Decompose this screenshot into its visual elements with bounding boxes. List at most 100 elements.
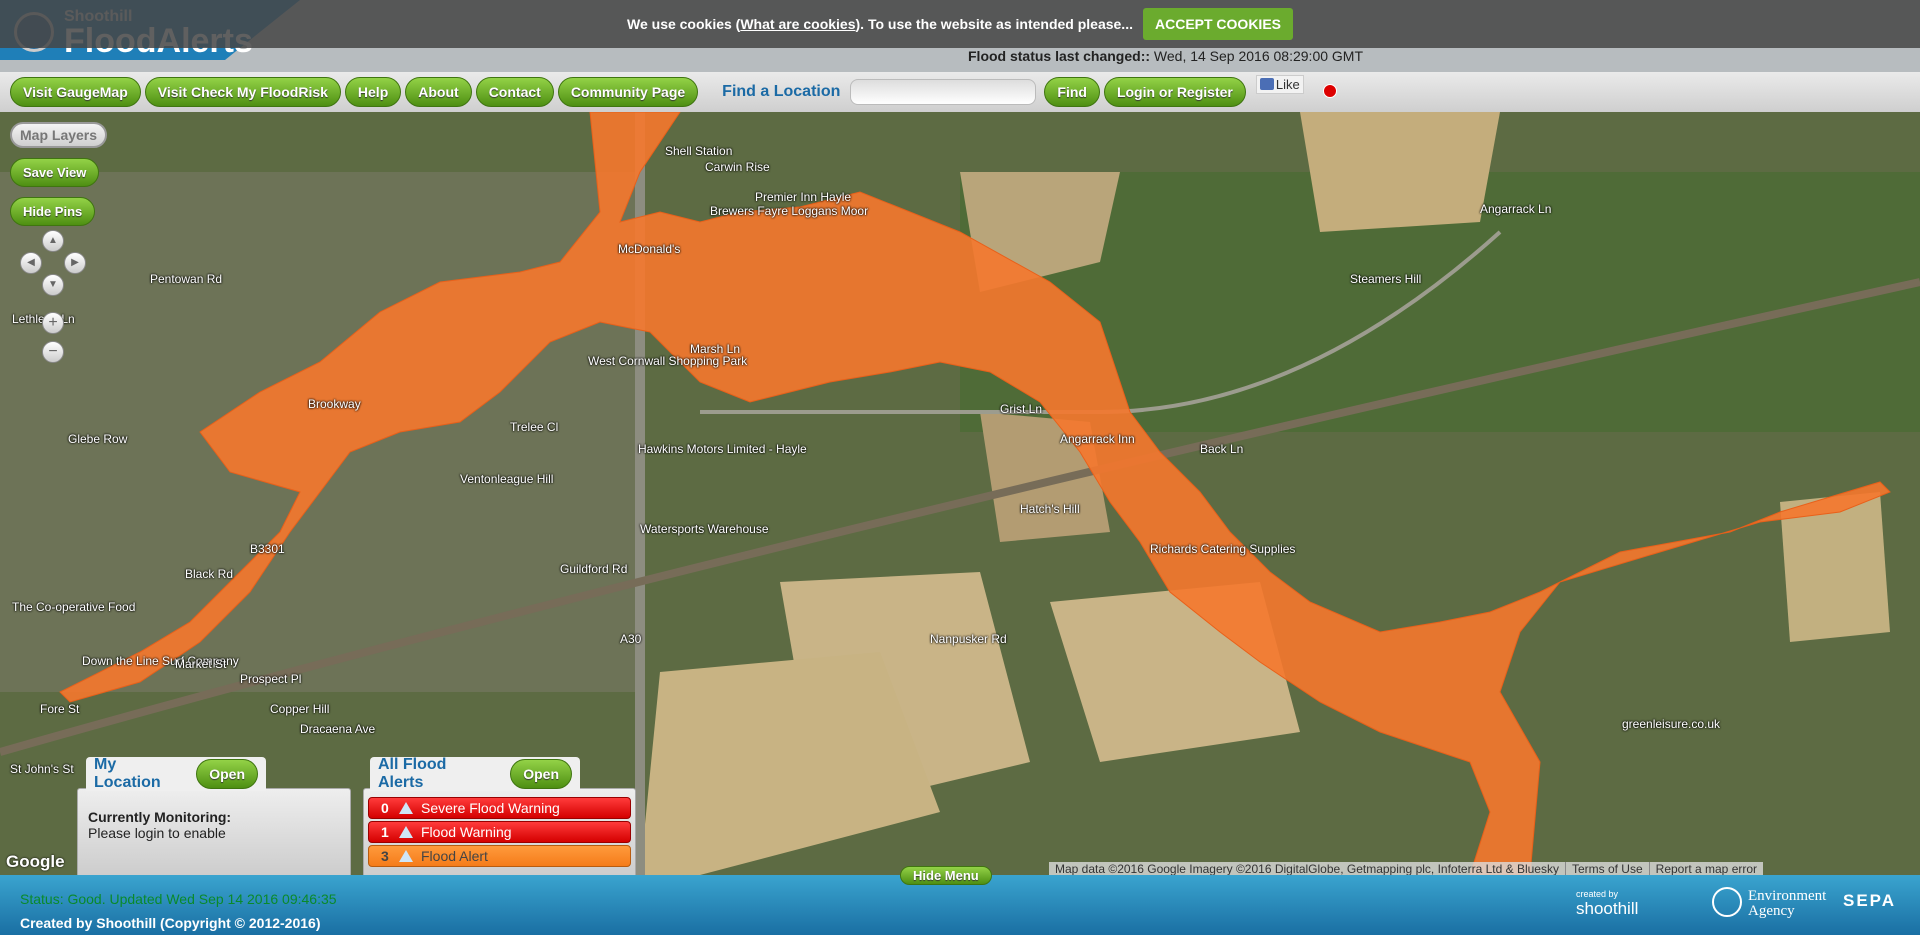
cookie-text-prefix: We use cookies ( — [627, 16, 741, 32]
map-label: McDonald's — [618, 242, 681, 256]
blocked-icon — [1323, 84, 1337, 98]
my-location-title: My Location — [94, 756, 161, 791]
alert-label: Severe Flood Warning — [421, 800, 560, 816]
map-label: St John's St — [10, 762, 74, 776]
map-label: Marsh Ln — [690, 342, 741, 356]
all-flood-alerts-open-button[interactable]: Open — [510, 759, 572, 789]
currently-monitoring-label: Currently Monitoring: — [88, 809, 232, 825]
all-flood-alerts-panel: 0 Severe Flood Warning 1 Flood Warning 3… — [363, 788, 636, 878]
cookie-text-suffix: ). To use the website as intended please… — [855, 16, 1133, 32]
report-map-error-link[interactable]: Report a map error — [1648, 862, 1763, 876]
pan-right-icon[interactable]: ▶ — [64, 252, 86, 274]
pan-down-icon[interactable]: ▼ — [42, 274, 64, 296]
about-button[interactable]: About — [405, 77, 472, 107]
alert-count: 0 — [381, 800, 389, 816]
nav-bar: Visit GaugeMap Visit Check My FloodRisk … — [0, 72, 1920, 112]
google-logo: Google — [6, 852, 65, 871]
login-register-button[interactable]: Login or Register — [1103, 77, 1246, 107]
save-view-button[interactable]: Save View — [10, 158, 100, 187]
map-attribution: Map data ©2016 Google Imagery ©2016 Digi… — [1049, 862, 1764, 876]
thumbs-up-icon — [1259, 78, 1274, 90]
map-label: Brookway — [308, 397, 361, 411]
map-label: West Cornwall Shopping Park — [588, 354, 748, 368]
my-location-open-button[interactable]: Open — [196, 759, 258, 789]
ea-line2: Agency — [1748, 903, 1795, 919]
hide-pins-button[interactable]: Hide Pins — [10, 197, 96, 226]
alert-row-severe-flood-warning[interactable]: 0 Severe Flood Warning — [368, 797, 631, 819]
alert-label: Flood Warning — [421, 824, 512, 840]
environment-agency-icon — [1712, 887, 1742, 917]
attribution-text: Map data ©2016 Google Imagery ©2016 Digi… — [1055, 862, 1559, 876]
map-label: Grist Ln — [1000, 402, 1043, 416]
map-imagery — [0, 112, 1920, 875]
map-label: Fore St — [40, 702, 80, 716]
map-label: Nanpusker Rd — [930, 632, 1007, 646]
hide-menu-button[interactable]: Hide Menu — [900, 866, 992, 885]
map-layers-button[interactable]: Map Layers — [10, 122, 108, 148]
my-location-panel: Currently Monitoring: Please login to en… — [77, 788, 351, 878]
map-label: A30 — [620, 632, 642, 646]
map-label: Watersports Warehouse — [640, 522, 769, 536]
what-are-cookies-link[interactable]: What are cookies — [740, 16, 855, 32]
map-label: Hawkins Motors Limited - Hayle — [638, 442, 807, 456]
status-text: Status: Good. Updated Wed Sep 14 2016 09… — [20, 891, 337, 907]
all-flood-alerts-title: All Flood Alerts — [378, 756, 447, 791]
map-label: Shell Station — [665, 144, 733, 158]
ea-line1: Environment — [1748, 888, 1827, 904]
community-page-button[interactable]: Community Page — [557, 77, 699, 107]
warning-triangle-icon — [399, 802, 413, 814]
alert-row-flood-alert[interactable]: 3 Flood Alert — [368, 845, 631, 867]
map-label: Market St — [175, 657, 227, 671]
alert-label: Flood Alert — [421, 848, 488, 864]
alert-row-flood-warning[interactable]: 1 Flood Warning — [368, 821, 631, 843]
map-label: Richards Catering Supplies — [1150, 542, 1296, 556]
map-label: Hatch's Hill — [1020, 502, 1080, 516]
map-controls: Map Layers Save View Hide Pins — [10, 122, 108, 236]
help-button[interactable]: Help — [344, 77, 402, 107]
find-location-label: Find a Location — [722, 83, 841, 100]
visit-check-my-floodrisk-button[interactable]: Visit Check My FloodRisk — [144, 77, 341, 107]
find-location-input[interactable] — [850, 79, 1037, 105]
flood-status-changed: Flood status last changed:: Wed, 14 Sep … — [968, 48, 1363, 64]
shoothill-logo[interactable]: shoothill — [1576, 899, 1638, 919]
map-label: Brewers Fayre Loggans Moor — [710, 204, 869, 218]
my-location-tab: My Location Open — [86, 756, 266, 791]
all-flood-alerts-tab: All Flood Alerts Open — [370, 756, 580, 791]
map-label: Prospect Pl — [240, 672, 302, 686]
cookie-bar: We use cookies (What are cookies). To us… — [0, 0, 1920, 48]
map-label: B3301 — [250, 542, 285, 556]
visit-gaugemap-button[interactable]: Visit GaugeMap — [10, 77, 141, 107]
currently-monitoring-value: Please login to enable — [88, 825, 226, 841]
copyright-text: Created by Shoothill (Copyright © 2012-2… — [20, 915, 321, 931]
map-label: Trelee Cl — [510, 420, 559, 434]
map-label: Dracaena Ave — [300, 722, 376, 736]
map-label: Ventonleague Hill — [460, 472, 554, 486]
sepa-logo[interactable]: SEPA — [1843, 891, 1896, 911]
status-changed-value: Wed, 14 Sep 2016 08:29:00 GMT — [1153, 48, 1364, 64]
zoom-out-icon[interactable]: − — [42, 341, 64, 363]
pan-left-icon[interactable]: ◀ — [20, 252, 42, 274]
map-label: Guildford Rd — [560, 562, 628, 576]
cookie-text: We use cookies (What are cookies). To us… — [627, 16, 1133, 32]
map-label: Pentowan Rd — [150, 272, 223, 286]
pan-up-icon[interactable]: ▲ — [42, 230, 64, 252]
map-label: Back Ln — [1200, 442, 1244, 456]
map[interactable]: Shell Station Carwin Rise Premier Inn Hayl… — [0, 112, 1920, 875]
alert-count: 3 — [381, 848, 389, 864]
environment-agency-logo[interactable]: Environment Agency — [1748, 889, 1826, 919]
warning-triangle-icon — [399, 850, 413, 862]
map-label: Steamers Hill — [1350, 272, 1422, 286]
zoom-in-icon[interactable]: + — [42, 312, 64, 334]
map-label: The Co-operative Food — [12, 600, 136, 614]
facebook-like-button[interactable]: Like — [1255, 74, 1304, 94]
find-button[interactable]: Find — [1044, 77, 1100, 107]
map-label: Angarrack Inn — [1060, 432, 1135, 446]
field — [1300, 112, 1500, 232]
contact-button[interactable]: Contact — [475, 77, 554, 107]
map-label: Angarrack Ln — [1480, 202, 1552, 216]
warning-triangle-icon — [399, 826, 413, 838]
map-label: Black Rd — [185, 567, 234, 581]
terms-of-use-link[interactable]: Terms of Use — [1564, 862, 1649, 876]
accept-cookies-button[interactable]: ACCEPT COOKIES — [1142, 8, 1293, 40]
map-label: Copper Hill — [270, 702, 330, 716]
